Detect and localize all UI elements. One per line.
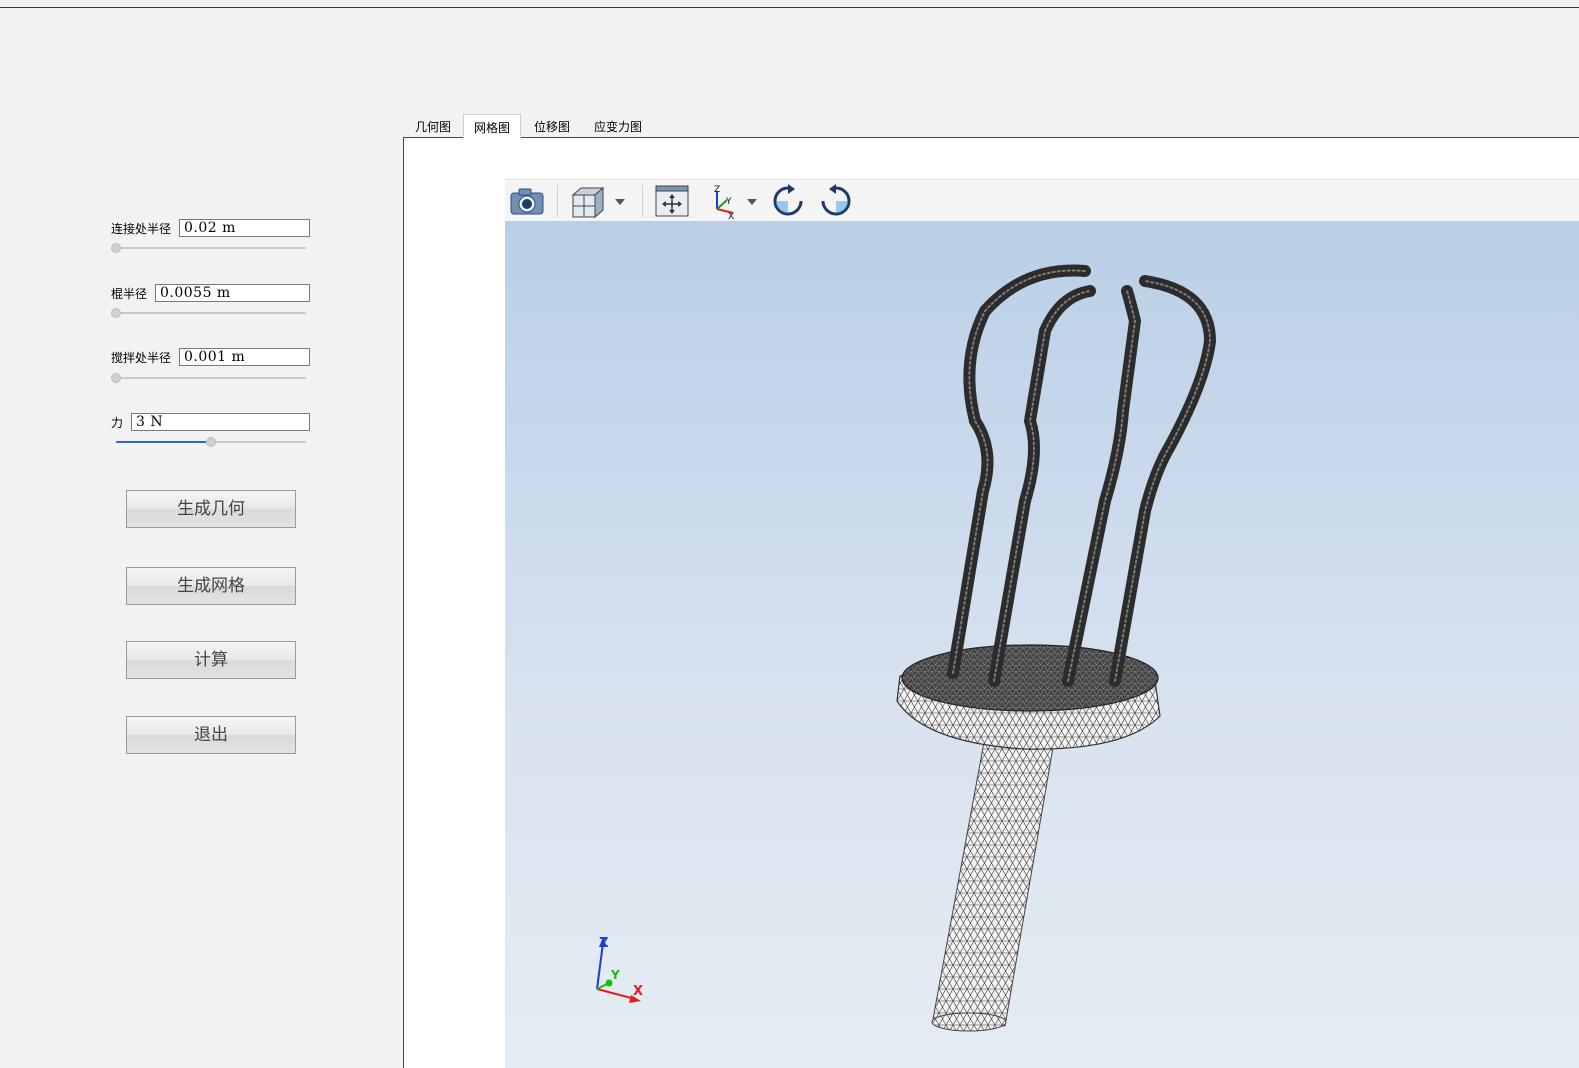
whisk-wires	[947, 264, 1217, 687]
rotate-ccw-icon[interactable]	[818, 183, 854, 219]
generate-mesh-button[interactable]: 生成网格	[126, 567, 296, 605]
stir-radius-input[interactable]: 0.001 m	[179, 348, 310, 366]
param-label-joint-radius: 连接处半径	[111, 222, 172, 236]
dropdown-arrow-icon[interactable]	[613, 183, 627, 219]
mesh-3d-viewport[interactable]: Z Y X	[505, 221, 1579, 1068]
generate-geometry-button[interactable]: 生成几何	[126, 490, 296, 528]
slider-fill	[116, 441, 211, 443]
handle-shaft	[931, 725, 1056, 1032]
param-label-rod-radius: 棍半径	[111, 287, 148, 301]
force-input[interactable]: 3 N	[131, 413, 310, 431]
fit-view-icon[interactable]	[653, 183, 691, 219]
viewer-toolbar: Z Y X	[505, 179, 1579, 222]
param-label-stir-radius: 搅拌处半径	[111, 351, 172, 365]
tab-displacement[interactable]: 位移图	[523, 114, 581, 138]
dropdown-arrow-icon[interactable]	[745, 183, 759, 219]
rod-radius-slider[interactable]	[111, 308, 306, 318]
slider-handle[interactable]	[111, 308, 121, 318]
param-label-force: 力	[111, 416, 124, 430]
slider-handle[interactable]	[111, 243, 121, 253]
camera-icon[interactable]	[508, 183, 546, 219]
mesh-render: Z Y X	[596, 264, 1217, 1032]
slider-handle[interactable]	[111, 373, 121, 383]
axes-icon-label-x: X	[728, 212, 734, 219]
tab-mesh[interactable]: 网格图	[463, 114, 521, 138]
axis-label-z: Z	[599, 936, 608, 951]
axes-icon-label-z: Z	[714, 185, 720, 195]
rotate-cw-icon[interactable]	[770, 183, 806, 219]
axis-label-y: Y	[610, 968, 620, 982]
axes-icon[interactable]: Z Y X	[705, 183, 741, 219]
compute-button[interactable]: 计算	[126, 641, 296, 679]
rod-radius-input[interactable]: 0.0055 m	[155, 284, 310, 302]
exit-button[interactable]: 退出	[126, 716, 296, 754]
orientation-triad: Z Y X	[596, 936, 643, 1003]
joint-radius-input[interactable]: 0.02 m	[179, 219, 310, 237]
tab-strain-stress[interactable]: 应变力图	[583, 114, 653, 138]
tab-geometry[interactable]: 几何图	[404, 114, 462, 138]
axes-icon-label-y: Y	[725, 197, 732, 207]
window-top-border	[0, 7, 1579, 8]
axis-label-x: X	[633, 984, 643, 999]
force-slider[interactable]	[116, 437, 306, 447]
slider-handle[interactable]	[206, 437, 216, 447]
cube-view-icon[interactable]	[569, 183, 607, 219]
stir-radius-slider[interactable]	[111, 373, 306, 383]
joint-radius-slider[interactable]	[111, 243, 306, 253]
